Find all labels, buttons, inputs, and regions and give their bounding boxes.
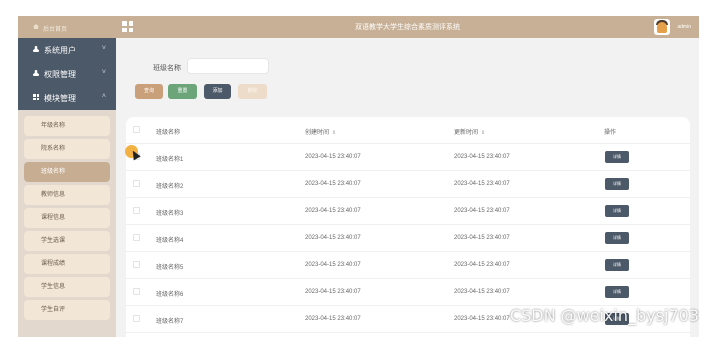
cell-class-name: 班级名称1 [156, 157, 184, 163]
cell-class-name: 班级名称2 [156, 184, 184, 190]
add-button[interactable]: 添加 [204, 84, 231, 99]
row-checkbox[interactable] [133, 288, 140, 295]
cell-updated-time: 2023-04-15 23:40:07 [454, 262, 510, 268]
sidebar-group-label: 权限管理 [44, 70, 76, 79]
cell-created-time: 2023-04-15 23:40:07 [305, 289, 361, 295]
row-checkbox[interactable] [133, 234, 140, 241]
sidebar-item-course[interactable]: 课程信息 [24, 208, 110, 228]
row-checkbox[interactable] [133, 261, 140, 268]
sidebar-group-system-users[interactable]: 系统用户 ˅ [18, 38, 116, 62]
detail-button[interactable]: 详情 [605, 205, 629, 217]
reset-button[interactable]: 重置 [168, 84, 197, 99]
header-created-time[interactable]: 创建时间 ⇕ [305, 127, 336, 136]
sidebar-item-course-selection[interactable]: 学生选课 [24, 231, 110, 251]
table-row: 班级名称4 2023-04-15 23:40:07 2023-04-15 23:… [126, 225, 690, 252]
table-header-row: 班级名称 创建时间 ⇕ 更新时间 ⇕ 操作 [126, 117, 690, 144]
cell-class-name: 班级名称7 [156, 319, 184, 325]
sidebar-item-grade[interactable]: 年级名称 [24, 116, 110, 136]
row-checkbox[interactable] [133, 315, 140, 322]
main-content: 班级名称 查询 重置 添加 删除 班级名称 创建时间 ⇕ 更新时间 ⇕ 操作 班级名… [116, 38, 699, 337]
sidebar-item-student[interactable]: 学生信息 [24, 277, 110, 297]
header-class-name: 班级名称 [156, 130, 181, 136]
sidebar-item-teacher[interactable]: 教师信息 [24, 185, 110, 205]
detail-button[interactable]: 详情 [605, 178, 629, 190]
admin-username[interactable]: admin [677, 24, 691, 30]
chevron-down-icon: ˅ [101, 45, 106, 52]
select-all-checkbox[interactable] [133, 126, 140, 133]
cell-updated-time: 2023-04-15 23:40:07 [454, 235, 510, 241]
grid-icon [33, 94, 39, 100]
class-name-search-input[interactable] [187, 58, 269, 74]
table-row: 班级名称2 2023-04-15 23:40:07 2023-04-15 23:… [126, 171, 690, 198]
top-header: 双语教学大学生综合素质测评系统 admin [116, 16, 699, 38]
table-row: 班级名称3 2023-04-15 23:40:07 2023-04-15 23:… [126, 198, 690, 225]
home-icon [33, 24, 39, 29]
cell-class-name: 班级名称4 [156, 238, 184, 244]
sidebar-item-class[interactable]: 班级名称 [24, 162, 110, 182]
user-icon [33, 70, 39, 76]
detail-button[interactable]: 详情 [605, 259, 629, 271]
home-link[interactable]: 后台首页 [18, 16, 116, 38]
sidebar: 系统用户 ˅ 权限管理 ˅ 模块管理 ˄ 年级名称 院系名称 班级名称 教师信息… [18, 38, 116, 337]
chevron-up-icon: ˄ [101, 93, 106, 100]
detail-button[interactable]: 详情 [605, 232, 629, 244]
watermark: CSDN @weixin_bysj703 [509, 306, 699, 325]
cell-created-time: 2023-04-15 23:40:07 [305, 235, 361, 241]
cell-class-name: 班级名称5 [156, 265, 184, 271]
sidebar-group-label: 系统用户 [44, 46, 76, 55]
sidebar-group-permissions[interactable]: 权限管理 ˅ [18, 62, 116, 86]
row-checkbox[interactable] [133, 207, 140, 214]
chevron-down-icon: ˅ [101, 69, 106, 76]
cell-created-time: 2023-04-15 23:40:07 [305, 262, 361, 268]
cell-updated-time: 2023-04-15 23:40:07 [454, 316, 510, 322]
cell-updated-time: 2023-04-15 23:40:07 [454, 208, 510, 214]
table-row: 班级名称1 2023-04-15 23:40:07 2023-04-15 23:… [126, 144, 690, 171]
cell-created-time: 2023-04-15 23:40:07 [305, 316, 361, 322]
sidebar-item-course-score[interactable]: 课程成绩 [24, 254, 110, 274]
row-checkbox[interactable] [133, 180, 140, 187]
avatar[interactable] [654, 19, 670, 35]
sort-icon: ⇕ [481, 130, 486, 136]
cell-created-time: 2023-04-15 23:40:07 [305, 208, 361, 214]
class-table: 班级名称 创建时间 ⇕ 更新时间 ⇕ 操作 班级名称1 2023-04-15 23:… [126, 117, 690, 337]
cell-created-time: 2023-04-15 23:40:07 [305, 181, 361, 187]
table-row: 班级名称5 2023-04-15 23:40:07 2023-04-15 23:… [126, 252, 690, 279]
search-label: 班级名称 [153, 65, 181, 72]
header-updated-time[interactable]: 更新时间 ⇕ [454, 127, 485, 136]
cell-updated-time: 2023-04-15 23:40:07 [454, 181, 510, 187]
sidebar-group-modules[interactable]: 模块管理 ˄ [18, 86, 116, 110]
detail-button[interactable]: 详情 [605, 151, 629, 163]
cell-updated-time: 2023-04-15 23:40:07 [454, 154, 510, 160]
sidebar-item-self-evaluation[interactable]: 学生自评 [24, 300, 110, 320]
sidebar-item-department[interactable]: 院系名称 [24, 139, 110, 159]
user-icon [33, 46, 39, 52]
cell-created-time: 2023-04-15 23:40:07 [305, 154, 361, 160]
sidebar-group-label: 模块管理 [44, 94, 76, 103]
cell-updated-time: 2023-04-15 23:40:07 [454, 289, 510, 295]
system-title: 双语教学大学生综合素质测评系统 [355, 24, 460, 31]
detail-button[interactable]: 详情 [605, 286, 629, 298]
home-link-label: 后台首页 [43, 27, 68, 33]
header-operation: 操作 [604, 130, 617, 136]
sort-icon: ⇕ [332, 130, 337, 136]
cell-class-name: 班级名称6 [156, 292, 184, 298]
delete-button[interactable]: 删除 [238, 84, 267, 99]
query-button[interactable]: 查询 [135, 84, 163, 99]
table-row: 班级名称6 2023-04-15 23:40:07 2023-04-15 23:… [126, 279, 690, 306]
cell-class-name: 班级名称3 [156, 211, 184, 217]
